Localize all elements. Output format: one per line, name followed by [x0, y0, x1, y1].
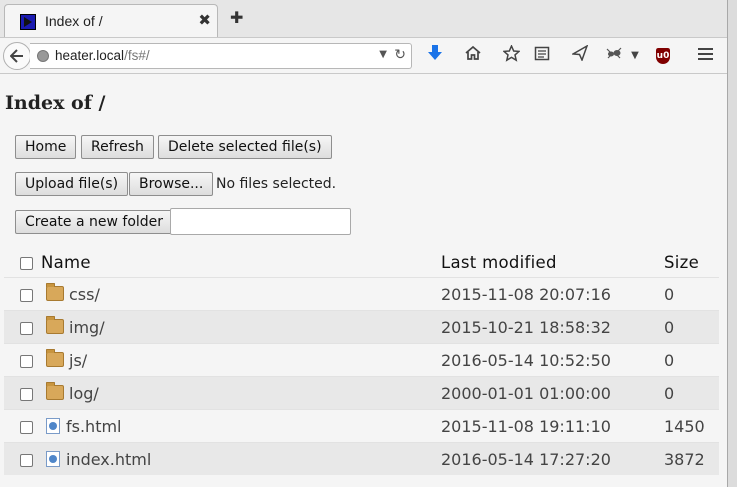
folder-link[interactable]: log/ — [69, 384, 99, 403]
row-checkbox[interactable] — [20, 420, 33, 434]
row-checkbox[interactable] — [20, 354, 33, 368]
row-checkbox[interactable] — [20, 288, 33, 302]
tab-bar: Index of / ✖ ✚ — [0, 0, 727, 37]
ant-dropdown-icon[interactable]: ▼ — [624, 45, 646, 67]
size-cell: 1450 — [664, 409, 719, 443]
url-dropdown-icon[interactable]: ▼ — [379, 49, 387, 60]
name-cell: index.html — [41, 442, 441, 475]
url-text: heater.local/fs#/ — [55, 48, 150, 63]
page-title: Index of / — [5, 92, 106, 114]
folder-link[interactable]: css/ — [69, 285, 100, 304]
row-checkbox-cell — [4, 376, 41, 410]
table-header-row: Name Last modified Size — [4, 247, 719, 278]
back-icon[interactable] — [3, 42, 31, 70]
modified-cell: 2015-11-08 20:07:16 — [441, 277, 664, 311]
row-checkbox[interactable] — [20, 387, 33, 401]
new-folder-name-input[interactable] — [170, 208, 351, 235]
modified-cell: 2016-05-14 17:27:20 — [441, 442, 664, 475]
star-icon[interactable] — [500, 44, 522, 67]
ant-icon[interactable] — [603, 45, 625, 67]
modified-cell: 2015-10-21 18:58:32 — [441, 310, 664, 344]
size-cell: 3872 — [664, 442, 719, 475]
menu-icon[interactable] — [694, 48, 716, 70]
download-icon[interactable] — [424, 45, 446, 67]
folder-icon — [46, 381, 64, 400]
size-cell: 0 — [664, 376, 719, 410]
globe-icon — [37, 50, 49, 62]
page-content: Index of / Home Refresh Delete selected … — [0, 74, 727, 487]
browse-button[interactable]: Browse... — [129, 172, 214, 196]
reload-icon[interactable]: ↻ — [394, 47, 406, 63]
table-row[interactable]: log/2000-01-01 01:00:00 0 — [4, 376, 719, 410]
favicon-icon — [20, 14, 36, 30]
refresh-button[interactable]: Refresh — [81, 135, 154, 159]
folder-link[interactable]: img/ — [69, 318, 105, 337]
modified-cell: 2016-05-14 10:52:50 — [441, 343, 664, 377]
background-window-strip — [727, 0, 737, 487]
home-button[interactable]: Home — [15, 135, 77, 159]
size-cell: 0 — [664, 310, 719, 344]
size-cell: 0 — [664, 343, 719, 377]
row-checkbox-cell — [4, 409, 41, 443]
size-cell: 0 — [664, 277, 719, 311]
row-checkbox[interactable] — [20, 453, 33, 467]
url-bar[interactable]: heater.local/fs#/ ▼ ↻ — [30, 43, 412, 69]
name-cell: img/ — [41, 310, 441, 344]
reading-list-icon[interactable] — [531, 45, 553, 67]
file-table: Name Last modified Size css/2015-11-08 2… — [4, 247, 719, 475]
folder-icon — [46, 282, 64, 301]
html-file-icon — [46, 417, 60, 434]
name-cell: css/ — [41, 277, 441, 311]
folder-icon — [46, 348, 64, 367]
row-checkbox[interactable] — [20, 321, 33, 335]
table-row[interactable]: fs.html 2015-11-08 19:11:10 1450 — [4, 409, 719, 443]
name-cell: fs.html — [41, 409, 441, 443]
name-cell: log/ — [41, 376, 441, 410]
column-header-modified[interactable]: Last modified — [441, 247, 664, 278]
row-checkbox-cell — [4, 310, 41, 344]
file-link[interactable]: fs.html — [66, 417, 122, 436]
column-header-size[interactable]: Size — [664, 247, 719, 278]
column-header-name[interactable]: Name — [41, 247, 441, 278]
modified-cell: 2000-01-01 01:00:00 — [441, 376, 664, 410]
modified-cell: 2015-11-08 19:11:10 — [441, 409, 664, 443]
row-checkbox-cell — [4, 277, 41, 311]
html-file-icon — [46, 450, 60, 467]
table-row[interactable]: js/2016-05-14 10:52:50 0 — [4, 343, 719, 377]
folder-icon — [46, 315, 64, 334]
row-checkbox-cell — [4, 442, 41, 475]
file-selection-status: No files selected. — [216, 176, 337, 192]
select-all-checkbox[interactable] — [20, 256, 33, 270]
upload-button[interactable]: Upload file(s) — [15, 172, 129, 196]
row-checkbox-cell — [4, 343, 41, 377]
ublock-icon[interactable]: u0 — [656, 48, 670, 64]
new-tab-icon[interactable]: ✚ — [230, 8, 243, 27]
tab-title: Index of / — [45, 13, 103, 29]
name-cell: js/ — [41, 343, 441, 377]
close-tab-icon[interactable]: ✖ — [198, 11, 211, 29]
file-link[interactable]: index.html — [66, 450, 151, 469]
home-icon[interactable] — [462, 45, 484, 67]
table-row[interactable]: img/2015-10-21 18:58:32 0 — [4, 310, 719, 344]
browser-tab[interactable]: Index of / ✖ — [4, 4, 218, 37]
delete-selected-button[interactable]: Delete selected file(s) — [158, 135, 332, 159]
create-folder-button[interactable]: Create a new folder — [15, 210, 174, 234]
send-icon[interactable] — [569, 44, 591, 67]
folder-link[interactable]: js/ — [69, 351, 87, 370]
navigation-bar: heater.local/fs#/ ▼ ↻ ▼ u0 — [0, 37, 727, 74]
table-row[interactable]: index.html 2016-05-14 17:27:20 3872 — [4, 442, 719, 475]
table-row[interactable]: css/2015-11-08 20:07:16 0 — [4, 277, 719, 311]
